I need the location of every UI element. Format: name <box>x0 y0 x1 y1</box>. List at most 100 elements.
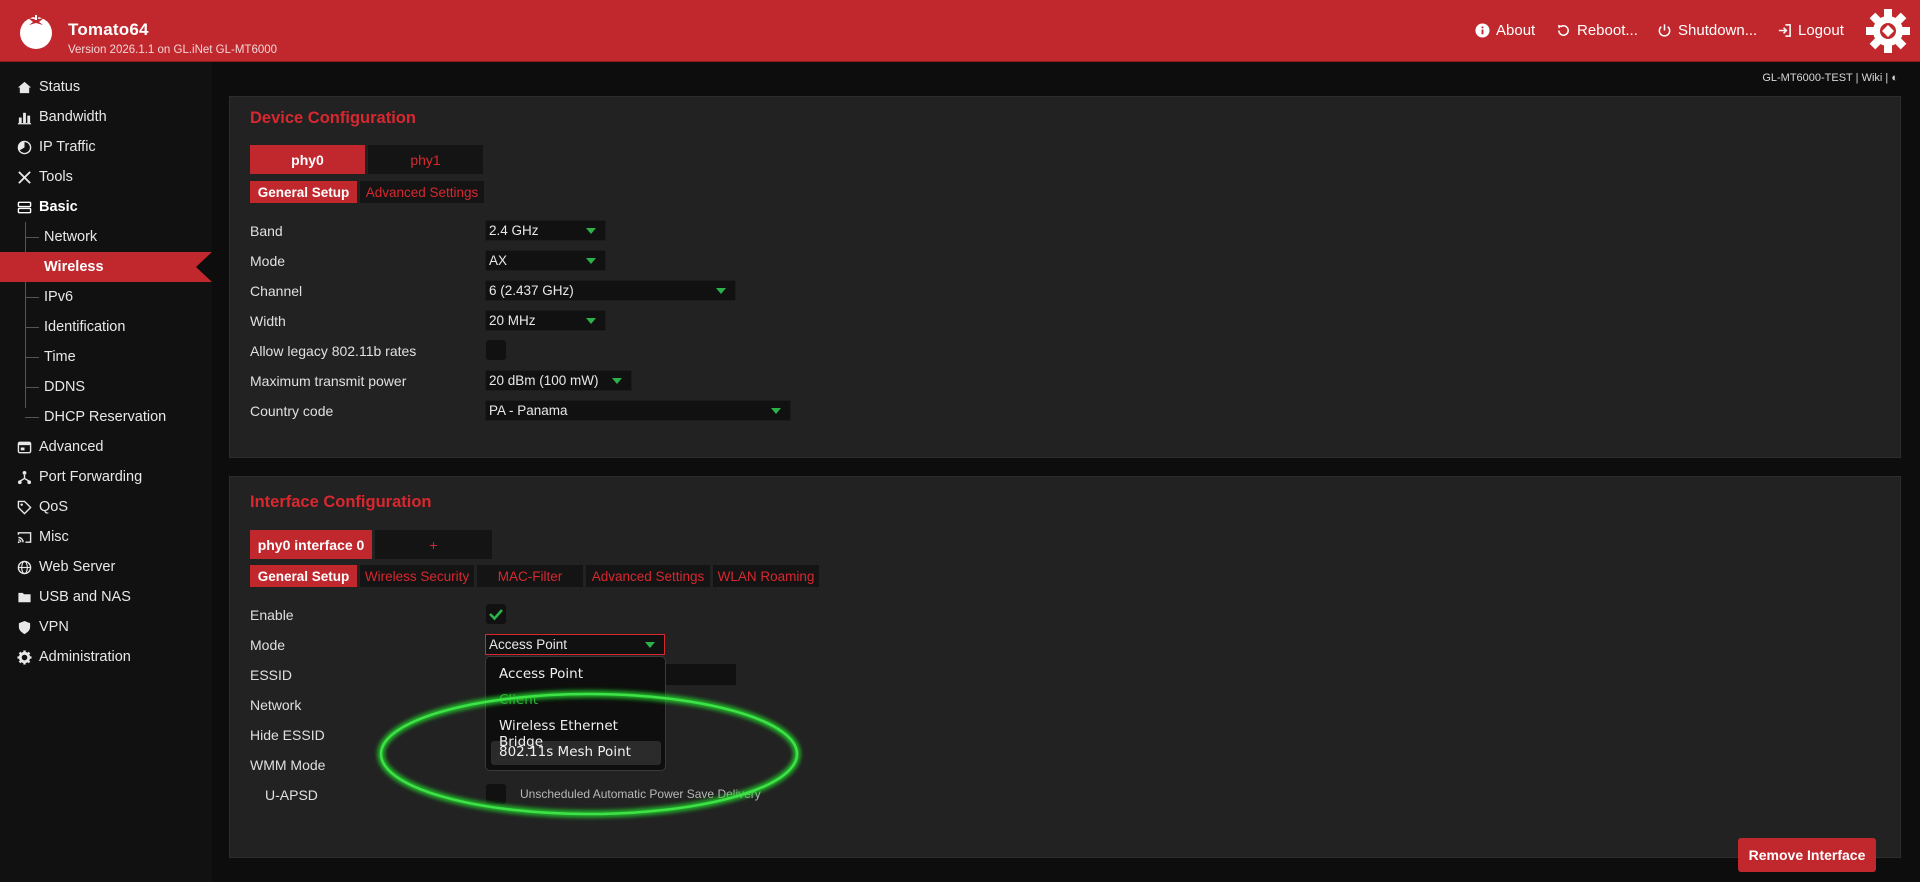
reboot-icon <box>1557 24 1569 36</box>
mode-option-access-point[interactable]: Access Point <box>499 666 583 682</box>
uapsd-checkbox[interactable] <box>486 784 506 804</box>
band-label: Band <box>250 223 283 239</box>
sidebar-item-status[interactable]: Status <box>0 72 212 102</box>
sidebar-item-label: Web Server <box>39 559 116 575</box>
sidebar-item-label: Advanced <box>39 439 104 455</box>
country-code-select[interactable]: PA - Panama <box>485 400 791 421</box>
reboot-label: Reboot... <box>1577 22 1638 39</box>
tab-wireless-security[interactable]: Wireless Security <box>360 565 474 587</box>
mode-select[interactable]: AX <box>485 250 606 271</box>
legacy-rates-checkbox[interactable] <box>486 340 506 360</box>
tab-general-setup[interactable]: General Setup <box>250 565 357 587</box>
panel-title: Device Configuration <box>250 109 416 127</box>
sidebar-item-label: Administration <box>39 649 131 665</box>
theme-toggle-icon[interactable]: ◐ <box>1891 72 1898 84</box>
sidebar-item-tools[interactable]: Tools <box>0 162 212 192</box>
home-icon <box>15 78 33 96</box>
shutdown-link[interactable]: Shutdown... <box>1657 22 1757 39</box>
band-select[interactable]: 2.4 GHz <box>485 220 606 241</box>
uapsd-hint: Unscheduled Automatic Power Save Deliver… <box>520 787 761 801</box>
uapsd-label: U-APSD <box>265 787 318 803</box>
about-label: About <box>1496 22 1536 39</box>
sidebar-subitem-identification[interactable]: Identification <box>0 312 212 342</box>
dropdown-caret-icon <box>771 408 781 414</box>
tag-icon <box>15 498 33 516</box>
tab-phy1[interactable]: phy1 <box>368 145 483 174</box>
sidebar-item-basic[interactable]: Basic <box>0 192 212 222</box>
wiki-link[interactable]: Wiki <box>1862 72 1883 84</box>
sidebar-item-misc[interactable]: Misc <box>0 522 212 552</box>
width-select[interactable]: 20 MHz <box>485 310 606 331</box>
logout-label: Logout <box>1798 22 1844 39</box>
sidebar-item-qos[interactable]: QoS <box>0 492 212 522</box>
tab-mac-filter[interactable]: MAC-Filter <box>477 565 583 587</box>
hide-essid-label: Hide ESSID <box>250 727 325 743</box>
sidebar-item-label: USB and NAS <box>39 589 131 605</box>
tab-add-interface[interactable]: + <box>375 530 492 559</box>
globe-icon <box>15 558 33 576</box>
mode-option-mesh-point[interactable]: 802.11s Mesh Point <box>499 744 631 760</box>
remove-interface-button[interactable]: Remove Interface <box>1738 838 1876 872</box>
sidebar-item-usb-and-nas[interactable]: USB and NAS <box>0 582 212 612</box>
enable-label: Enable <box>250 607 294 623</box>
channel-select[interactable]: 6 (2.437 GHz) <box>485 280 736 301</box>
bar-chart-icon <box>15 108 33 126</box>
channel-label: Channel <box>250 283 303 299</box>
sidebar-item-bandwidth[interactable]: Bandwidth <box>0 102 212 132</box>
folder-icon <box>15 588 33 606</box>
shield-icon <box>15 618 33 636</box>
mode-option-client[interactable]: Client <box>499 692 538 708</box>
pie-chart-icon <box>15 138 33 156</box>
sidebar: Status Bandwidth IP Traffic Tools Basic … <box>0 62 212 882</box>
dropdown-caret-icon <box>586 258 596 264</box>
reboot-link[interactable]: Reboot... <box>1556 22 1638 39</box>
interface-configuration-panel: Interface Configuration phy0 interface 0… <box>229 476 1901 858</box>
sidebar-item-label: Status <box>39 79 81 95</box>
app-version: Version 2026.1.1 on GL.iNet GL-MT6000 <box>68 44 278 56</box>
sidebar-item-label: Misc <box>39 529 69 545</box>
txpower-select[interactable]: 20 dBm (100 mW) <box>485 370 632 391</box>
sidebar-item-advanced[interactable]: Advanced <box>0 432 212 462</box>
sidebar-subitem-network[interactable]: Network <box>0 222 212 252</box>
tools-icon <box>15 168 33 186</box>
app-header: Tomato64 Version 2026.1.1 on GL.iNet GL-… <box>0 0 1920 62</box>
dropdown-caret-icon <box>716 288 726 294</box>
sidebar-item-vpn[interactable]: VPN <box>0 612 212 642</box>
sidebar-item-label: Tools <box>39 169 73 185</box>
interface-mode-select[interactable]: Access Point <box>485 634 665 655</box>
top-info-line: GL-MT6000-TEST | Wiki | ◐ <box>1762 72 1898 84</box>
network-label: Network <box>250 697 302 713</box>
essid-label: ESSID <box>250 667 293 683</box>
sidebar-item-web-server[interactable]: Web Server <box>0 552 212 582</box>
country-code-label: Country code <box>250 403 334 419</box>
dropdown-caret-icon <box>586 228 596 234</box>
essid-input[interactable] <box>665 664 736 685</box>
app-title: Tomato64 <box>68 20 149 39</box>
tab-phy0-interface-0[interactable]: phy0 interface 0 <box>250 530 372 559</box>
mode-label: Mode <box>250 253 286 269</box>
about-link[interactable]: About <box>1475 22 1535 39</box>
tab-phy0[interactable]: phy0 <box>250 145 365 174</box>
sidebar-item-port-forwarding[interactable]: Port Forwarding <box>0 462 212 492</box>
sidebar-subitem-time[interactable]: Time <box>0 342 212 372</box>
sidebar-item-label: VPN <box>39 619 69 635</box>
dropdown-caret-icon <box>645 642 655 648</box>
tab-advanced-settings[interactable]: Advanced Settings <box>360 181 484 203</box>
tab-wlan-roaming[interactable]: WLAN Roaming <box>713 565 819 587</box>
tomato-logo-icon <box>20 14 52 49</box>
logout-link[interactable]: Logout <box>1777 22 1844 39</box>
check-icon <box>489 609 503 621</box>
sidebar-item-label: Basic <box>39 199 78 215</box>
enable-checkbox[interactable] <box>486 604 506 624</box>
sidebar-subitem-ipv6[interactable]: IPv6 <box>0 282 212 312</box>
sidebar-subitem-ddns[interactable]: DDNS <box>0 372 212 402</box>
sidebar-subitem-dhcp-reservation[interactable]: DHCP Reservation <box>0 402 212 432</box>
tab-advanced-settings[interactable]: Advanced Settings <box>586 565 710 587</box>
power-icon <box>1658 24 1671 37</box>
sidebar-subitem-wireless[interactable]: Wireless <box>0 252 212 282</box>
gear-logo-icon <box>1866 9 1910 53</box>
sidebar-item-ip-traffic[interactable]: IP Traffic <box>0 132 212 162</box>
tab-general-setup[interactable]: General Setup <box>250 181 357 203</box>
window-icon <box>15 438 33 456</box>
sidebar-item-administration[interactable]: Administration <box>0 642 212 672</box>
